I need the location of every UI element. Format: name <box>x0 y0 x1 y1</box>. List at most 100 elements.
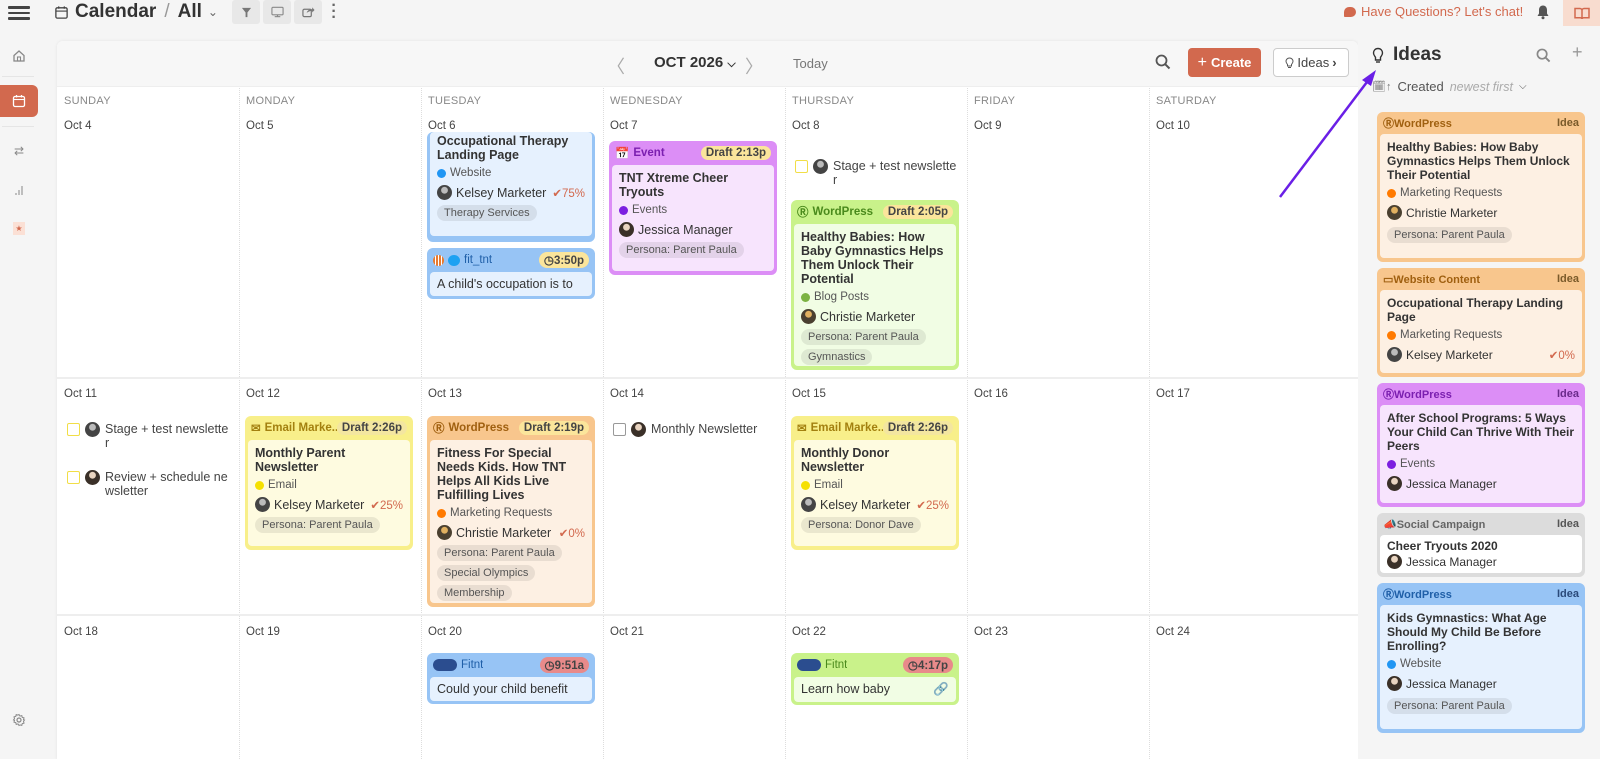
status-badge: Draft 2:05p <box>882 205 953 219</box>
task-item[interactable]: Review + schedule newsletter <box>67 470 231 498</box>
day-date[interactable]: Oct 11 <box>64 388 97 400</box>
weekday-header: SUNDAY <box>64 95 111 107</box>
idea-card[interactable]: ⓇWordPress Idea After School Programs: 5 … <box>1377 383 1585 507</box>
guide-book-button[interactable] <box>1563 0 1600 26</box>
card-header: ✉ Email Marke... Draft 2:26p <box>248 419 410 437</box>
nav-settings[interactable] <box>0 704 38 736</box>
breadcrumb-filter[interactable]: All <box>178 1 202 23</box>
sort-control[interactable]: 🗓↑ Created newest first ⌵ <box>1372 79 1527 94</box>
chevron-down-icon[interactable]: ⌄ <box>208 5 218 19</box>
add-idea-icon[interactable]: + <box>1572 42 1583 63</box>
month-picker[interactable]: OCT 2026 ⌵ <box>654 54 736 71</box>
chevron-right-icon: › <box>1332 55 1337 70</box>
linkedin-facebook-icon <box>797 659 821 671</box>
category-dot <box>437 168 446 178</box>
social-card[interactable]: Fitnt ◷9:51a Could your child benefit <box>427 653 595 704</box>
day-date[interactable]: Oct 16 <box>974 388 1008 400</box>
day-date[interactable]: Oct 22 <box>792 626 826 638</box>
share-button[interactable] <box>294 0 322 24</box>
shuffle-icon: ⇄ <box>13 144 25 158</box>
card-tag: Persona: Parent Paula <box>1387 698 1512 714</box>
create-button[interactable]: + Create <box>1188 48 1261 77</box>
content-card[interactable]: Occupational Therapy Landing Page Websit… <box>427 132 595 242</box>
day-date[interactable]: Oct 9 <box>974 120 1001 132</box>
card-title: Fitness For Special Needs Kids. How TNT … <box>437 446 567 502</box>
nav-divider <box>2 76 34 77</box>
content-card[interactable]: ✉ Email Marke... Draft 2:26p Monthly Pare… <box>245 416 413 550</box>
day-date[interactable]: Oct 6 <box>428 120 455 132</box>
card-type: WordPress <box>448 422 510 434</box>
day-date[interactable]: Oct 18 <box>64 626 98 638</box>
task-item[interactable]: Stage + test newsletter <box>67 422 231 450</box>
ideas-toggle-button[interactable]: Ideas › <box>1273 48 1349 77</box>
day-date[interactable]: Oct 17 <box>1156 388 1190 400</box>
task-item[interactable]: Stage + test newsletter <box>795 159 957 187</box>
card-assignee: Christie Marketer ✔0% <box>437 525 585 540</box>
filter-button[interactable] <box>232 0 260 24</box>
wordpress-icon: Ⓡ <box>1383 118 1394 130</box>
link-icon: 🔗 <box>933 682 949 696</box>
day-date[interactable]: Oct 7 <box>610 120 637 132</box>
idea-card[interactable]: 📣Social Campaign Idea Cheer Tryouts 2020 … <box>1377 513 1585 577</box>
idea-card[interactable]: ⓇWordPress Idea Kids Gymnastics: What Age… <box>1377 583 1585 733</box>
next-month-icon[interactable]: 〉 <box>745 53 763 79</box>
card-header: 📣Social Campaign Idea <box>1380 516 1582 532</box>
day-date[interactable]: Oct 19 <box>246 626 280 638</box>
day-date[interactable]: Oct 20 <box>428 626 462 638</box>
nav-calendar[interactable] <box>0 85 38 117</box>
display-button[interactable] <box>263 0 291 24</box>
task-checkbox[interactable] <box>613 423 626 436</box>
sort-direction[interactable]: newest first <box>1450 80 1513 94</box>
day-date[interactable]: Oct 5 <box>246 120 273 132</box>
create-label: Create <box>1210 55 1252 70</box>
nav-analytics[interactable] <box>0 174 38 206</box>
breadcrumb-section[interactable]: Calendar <box>75 1 156 23</box>
card-assignee: Christie Marketer <box>1387 205 1575 220</box>
chevron-down-icon[interactable]: ⌵ <box>1519 81 1527 92</box>
more-options-icon[interactable]: · · · <box>330 0 338 26</box>
day-date[interactable]: Oct 13 <box>428 388 462 400</box>
task-item[interactable]: Monthly Newsletter <box>613 422 777 437</box>
idea-card[interactable]: ⓇWordPress Idea Healthy Babies: How Baby … <box>1377 112 1585 262</box>
day-date[interactable]: Oct 12 <box>246 388 280 400</box>
bell-icon[interactable] <box>1536 4 1550 20</box>
day-date[interactable]: Oct 24 <box>1156 626 1190 638</box>
search-icon[interactable] <box>1155 54 1171 70</box>
day-date[interactable]: Oct 23 <box>974 626 1008 638</box>
day-date[interactable]: Oct 21 <box>610 626 644 638</box>
nav-workflow[interactable]: ⇄ <box>0 135 38 167</box>
task-checkbox[interactable] <box>67 471 80 484</box>
content-card[interactable]: Ⓡ WordPress Draft 2:19p Fitness For Speci… <box>427 416 595 607</box>
category-dot <box>255 480 264 490</box>
book-icon <box>1573 7 1590 19</box>
nav-home[interactable] <box>0 40 38 72</box>
content-card[interactable]: 📅 Event Draft 2:13p TNT Xtreme Cheer Tryo… <box>609 141 777 275</box>
task-checkbox[interactable] <box>795 160 808 173</box>
idea-card[interactable]: ▭Website Content Idea Occupational Therap… <box>1377 268 1585 377</box>
hamburger-menu-icon[interactable] <box>8 3 30 21</box>
time-badge: ◷3:50p <box>538 252 589 268</box>
category-label: Events <box>632 204 668 216</box>
content-card[interactable]: Ⓡ WordPress Draft 2:05p Healthy Babies: H… <box>791 200 959 370</box>
task-checkbox[interactable] <box>67 423 80 436</box>
content-card[interactable]: ✉ Email Marke... Draft 2:26p Monthly Dono… <box>791 416 959 550</box>
social-card[interactable]: fit_tnt ◷3:50p A child's occupation is t… <box>427 248 595 299</box>
day-date[interactable]: Oct 10 <box>1156 120 1190 132</box>
category-label: Email <box>814 479 843 491</box>
day-date[interactable]: Oct 14 <box>610 388 644 400</box>
search-icon[interactable] <box>1536 48 1551 63</box>
chat-link[interactable]: Have Questions? Let's chat! <box>1344 4 1523 19</box>
nav-favorites[interactable]: ★ <box>0 212 38 244</box>
card-header: ▭Website Content Idea <box>1380 271 1582 287</box>
day-date[interactable]: Oct 4 <box>64 120 91 132</box>
prev-month-icon[interactable]: 〈 <box>607 53 625 79</box>
category-label: Marketing Requests <box>1400 187 1503 199</box>
idea-badge: Idea <box>1556 588 1579 600</box>
day-date[interactable]: Oct 15 <box>792 388 826 400</box>
assignee-name: Christie Marketer <box>820 309 916 324</box>
card-type: Email Marke... <box>264 422 337 434</box>
card-tag: Special Olympics <box>437 565 536 581</box>
day-date[interactable]: Oct 8 <box>792 120 819 132</box>
today-button[interactable]: Today <box>793 56 828 71</box>
social-card[interactable]: Fitnt ◷4:17p Learn how baby 🔗 <box>791 653 959 705</box>
